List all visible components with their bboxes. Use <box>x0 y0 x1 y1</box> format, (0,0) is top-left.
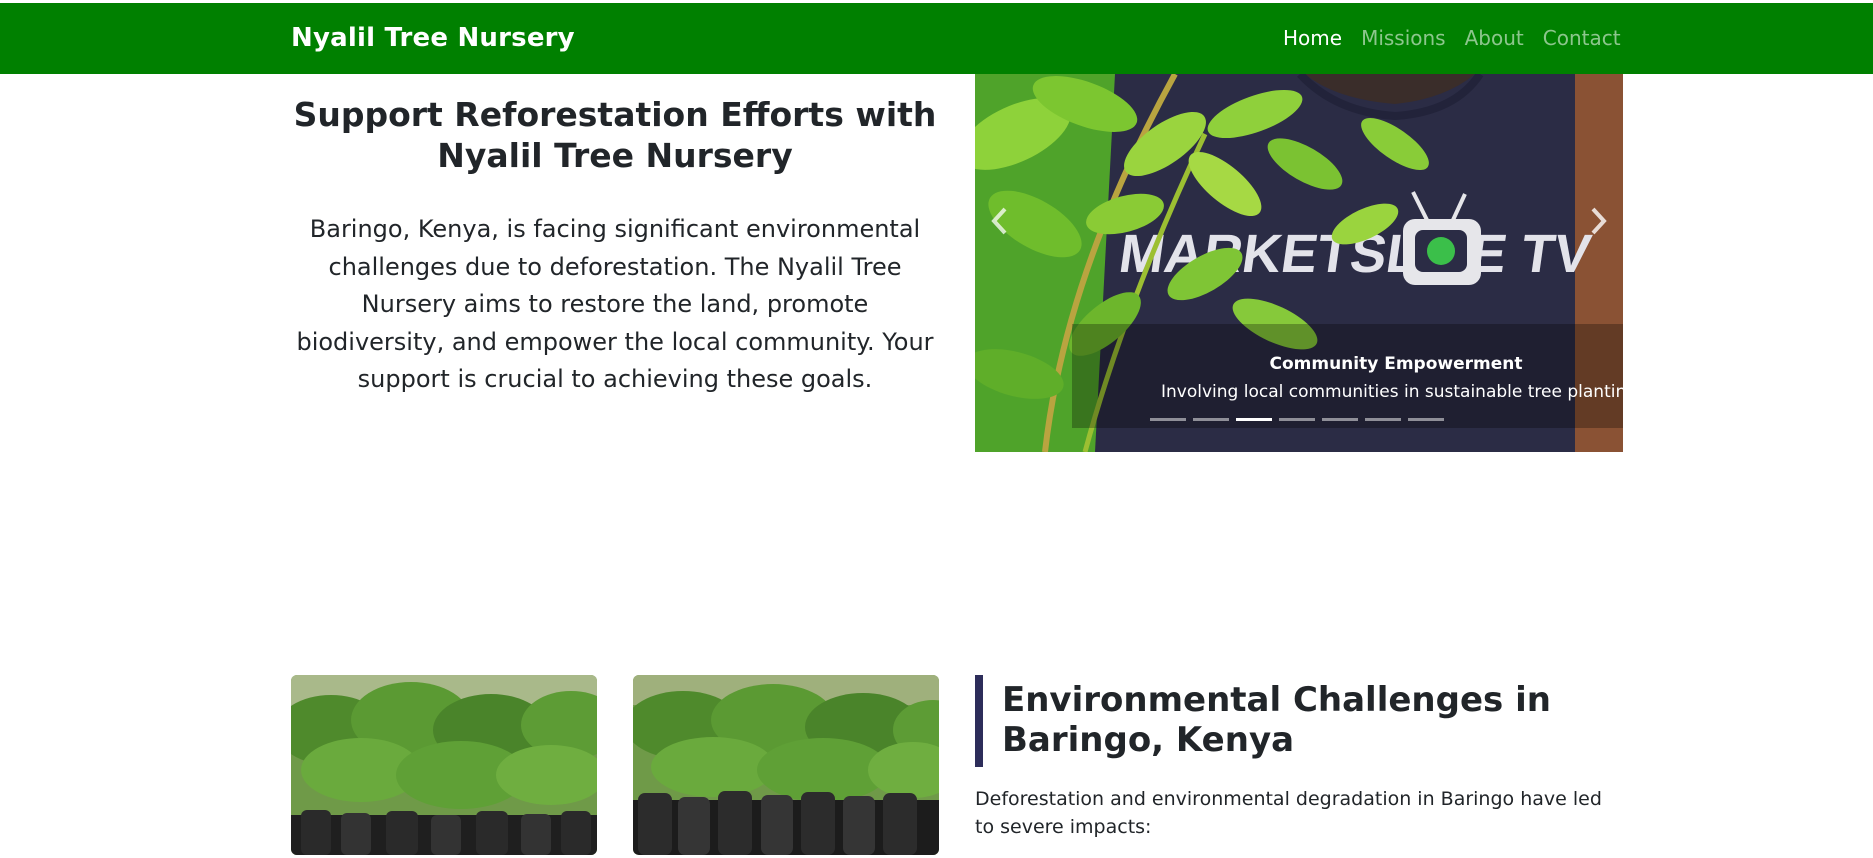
nav-link-home[interactable]: Home <box>1283 26 1342 50</box>
carousel-caption-title: Community Empowerment <box>1269 354 1523 374</box>
hero-title: Support Reforestation Efforts with Nyali… <box>293 95 937 175</box>
carousel-next-button[interactable] <box>1573 196 1623 246</box>
brand-logo[interactable]: Nyalil Tree Nursery <box>291 23 575 53</box>
hero-description: Baringo, Kenya, is facing significant en… <box>296 215 934 393</box>
section-text: Deforestation and environmental degradat… <box>975 788 1602 838</box>
chevron-right-icon <box>1591 207 1607 235</box>
nursery-photo-2 <box>633 675 939 855</box>
nav-link-about[interactable]: About <box>1465 26 1524 50</box>
carousel-indicator-7[interactable] <box>1408 418 1444 421</box>
carousel-indicator-6[interactable] <box>1365 418 1401 421</box>
carousel-indicator-5[interactable] <box>1322 418 1358 421</box>
carousel-caption-text: Involving local communities in sustainab… <box>1161 382 1623 402</box>
chevron-left-icon <box>991 207 1007 235</box>
carousel-indicator-4[interactable] <box>1279 418 1315 421</box>
carousel-caption-box <box>1072 324 1623 428</box>
nursery-photo-1 <box>291 675 597 855</box>
carousel-prev-button[interactable] <box>975 196 1025 246</box>
navbar: Nyalil Tree Nursery Home Missions About … <box>0 3 1873 74</box>
section-accent-bar <box>975 675 983 767</box>
carousel-indicator-1[interactable] <box>1150 418 1186 421</box>
carousel-indicator-3[interactable] <box>1236 418 1272 421</box>
nav-links: Home Missions About Contact <box>1283 26 1621 50</box>
image-carousel: MARKETSLIVE TV Community Empowerment Inv… <box>975 74 1623 452</box>
nav-link-missions[interactable]: Missions <box>1361 26 1446 50</box>
nav-link-contact[interactable]: Contact <box>1543 26 1621 50</box>
carousel-indicator-2[interactable] <box>1193 418 1229 421</box>
section-title: Environmental Challenges in Baringo, Ken… <box>1002 680 1551 760</box>
carousel-indicators <box>1150 418 1444 421</box>
